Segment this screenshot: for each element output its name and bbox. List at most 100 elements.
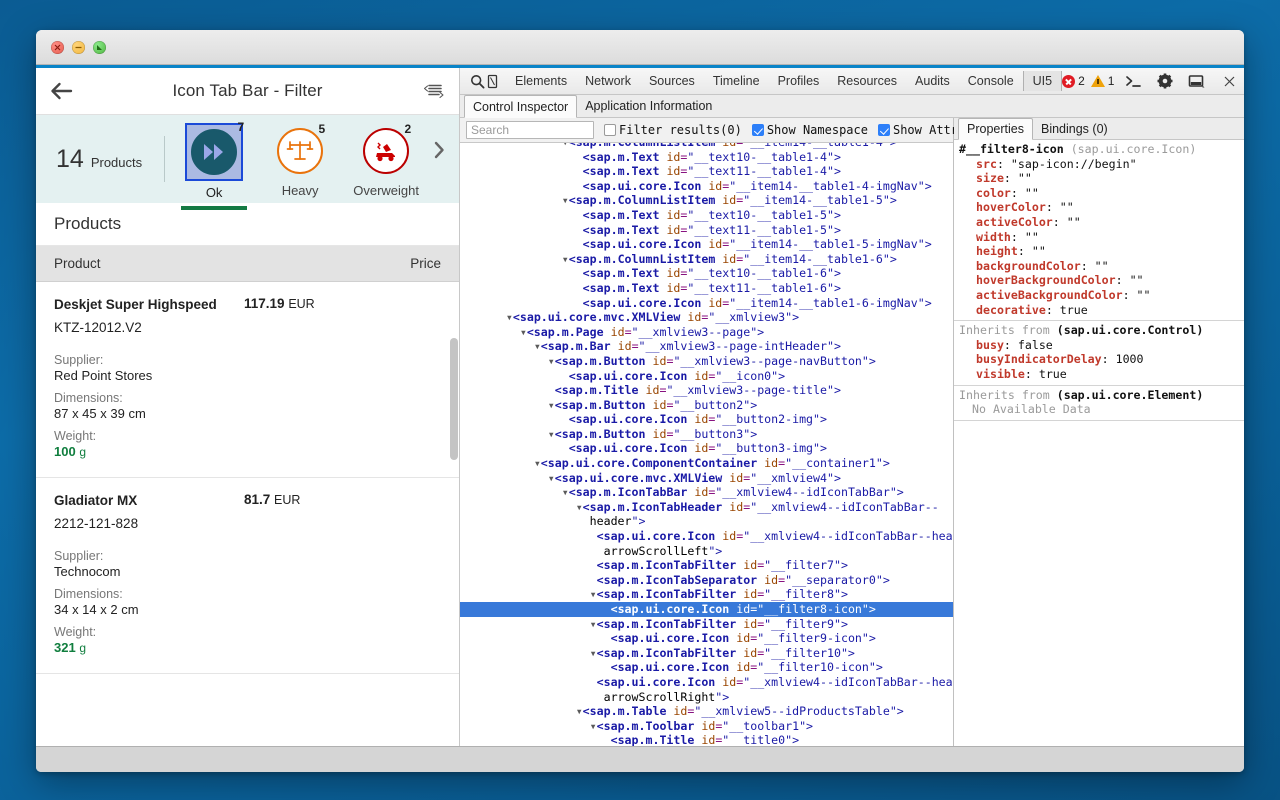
property-row[interactable]: activeBackgroundColor: "" [954, 288, 1244, 303]
tab-ui5[interactable]: UI5 [1023, 71, 1062, 91]
subtab-application-information[interactable]: Application Information [577, 95, 720, 117]
tree-node[interactable]: <sap.ui.core.Icon id="__item14-__table1-… [460, 179, 953, 194]
tree-node[interactable]: ▾<sap.ui.core.ComponentContainer id="__c… [460, 456, 953, 471]
tree-node[interactable]: ▾<sap.m.IconTabFilter id="__filter8"> [460, 587, 953, 602]
tree-node[interactable]: <sap.ui.core.Icon id="__button3-img"> [460, 441, 953, 456]
settings-button[interactable] [1152, 70, 1178, 92]
tree-node[interactable]: <sap.m.Title id="__title0"> [460, 733, 953, 746]
show-attributes-checkbox[interactable] [878, 124, 890, 136]
tree-node[interactable]: <sap.m.Title id="__xmlview3--page-title"… [460, 383, 953, 398]
tab-filter-overweight[interactable]: 2 Overweight [343, 119, 429, 198]
tab-timeline[interactable]: Timeline [704, 71, 769, 91]
tree-node[interactable]: ▾<sap.ui.core.mvc.XMLView id="__xmlview4… [460, 471, 953, 486]
twisty-down-icon[interactable]: ▾ [562, 252, 569, 266]
property-row[interactable]: hoverColor: "" [954, 200, 1244, 215]
tab-profiles[interactable]: Profiles [769, 71, 829, 91]
property-row[interactable]: visible: true [954, 367, 1244, 382]
filter-results-checkbox-group[interactable]: Filter results(0) [604, 123, 742, 137]
tree-node[interactable]: <sap.ui.core.Icon id="__filter9-icon"> [460, 631, 953, 646]
tree-node[interactable]: ▾<sap.m.ColumnListItem id="__item14-__ta… [460, 143, 953, 150]
table-row[interactable]: Deskjet Super Highspeed 117.19 EUR KTZ-1… [36, 282, 459, 478]
tab-bindings[interactable]: Bindings (0) [1033, 118, 1116, 139]
tree-node-wrap[interactable]: arrowScrollRight"> [460, 690, 953, 705]
table-row[interactable]: Gladiator MX 81.7 EUR 2212-121-828 Suppl… [36, 478, 459, 674]
twisty-down-icon[interactable]: ▾ [562, 485, 569, 499]
tree-node[interactable]: <sap.m.Text id="__text10-__table1-4"> [460, 150, 953, 165]
show-namespace-checkbox-group[interactable]: Show Namespace [752, 123, 868, 137]
tab-audits[interactable]: Audits [906, 71, 959, 91]
tree-node[interactable]: ▾<sap.m.ColumnListItem id="__item14-__ta… [460, 193, 953, 208]
twisty-down-icon[interactable]: ▾ [520, 325, 527, 339]
tree-node[interactable]: ▾<sap.m.IconTabFilter id="__filter10"> [460, 646, 953, 661]
tab-resources[interactable]: Resources [828, 71, 906, 91]
property-row[interactable]: busy: false [954, 338, 1244, 353]
tree-node[interactable]: ▾<sap.ui.core.mvc.XMLView id="__xmlview3… [460, 310, 953, 325]
tree-node[interactable]: <sap.ui.core.Icon id="__xmlview4--idIcon… [460, 675, 953, 690]
property-row[interactable]: decorative: true [954, 303, 1244, 318]
tree-node[interactable]: ▾<sap.m.Page id="__xmlview3--page"> [460, 325, 953, 340]
back-button[interactable] [50, 82, 84, 100]
tree-node[interactable]: <sap.ui.core.Icon id="__icon0"> [460, 369, 953, 384]
search-input[interactable] [466, 121, 594, 139]
property-row[interactable]: size: "" [954, 171, 1244, 186]
tree-node[interactable]: <sap.m.Text id="__text10-__table1-5"> [460, 208, 953, 223]
tree-node[interactable]: <sap.m.Text id="__text10-__table1-6"> [460, 266, 953, 281]
tree-node[interactable]: <sap.m.IconTabFilter id="__filter7"> [460, 558, 953, 573]
control-tree[interactable]: ▾<sap.m.ColumnListItem id="__item14-__ta… [460, 143, 953, 746]
tree-node-wrap[interactable]: header"> [460, 514, 953, 529]
tab-filter-ok[interactable]: 7 Ok [171, 119, 257, 200]
console-drawer-button[interactable] [1120, 70, 1146, 92]
twisty-down-icon[interactable]: ▾ [506, 310, 513, 324]
property-row[interactable]: src: "sap-icon://begin" [954, 157, 1244, 172]
tree-node[interactable]: <sap.ui.core.Icon id="__xmlview4--idIcon… [460, 529, 953, 544]
tab-console[interactable]: Console [959, 71, 1023, 91]
property-row[interactable]: height: "" [954, 244, 1244, 259]
tree-node[interactable]: <sap.m.IconTabSeparator id="__separator0… [460, 573, 953, 588]
property-row[interactable]: width: "" [954, 230, 1244, 245]
twisty-down-icon[interactable]: ▾ [590, 646, 597, 660]
property-row[interactable]: activeColor: "" [954, 215, 1244, 230]
twisty-down-icon[interactable]: ▾ [548, 354, 555, 368]
tree-node[interactable]: <sap.ui.core.Icon id="__item14-__table1-… [460, 237, 953, 252]
device-toolbar-button[interactable] [485, 70, 500, 92]
tab-sources[interactable]: Sources [640, 71, 704, 91]
twisty-down-icon[interactable]: ▾ [534, 339, 541, 353]
close-button[interactable] [51, 41, 64, 54]
tree-node[interactable]: <sap.m.Text id="__text11-__table1-4"> [460, 164, 953, 179]
tab-properties[interactable]: Properties [958, 118, 1033, 140]
subtab-control-inspector[interactable]: Control Inspector [464, 95, 577, 118]
scrollbar-thumb[interactable] [450, 338, 458, 460]
tree-node[interactable]: <sap.ui.core.Icon id="__filter10-icon"> [460, 660, 953, 675]
tree-node[interactable]: ▾<sap.m.ColumnListItem id="__item14-__ta… [460, 252, 953, 267]
tab-filter-heavy[interactable]: 5 Heavy [257, 119, 343, 198]
filter-results-checkbox[interactable] [604, 124, 616, 136]
twisty-down-icon[interactable]: ▾ [548, 427, 555, 441]
minimize-button[interactable] [72, 41, 85, 54]
property-row[interactable]: busyIndicatorDelay: 1000 [954, 352, 1244, 367]
tab-network[interactable]: Network [576, 71, 640, 91]
maximize-button[interactable] [93, 41, 106, 54]
twisty-down-icon[interactable]: ▾ [548, 471, 555, 485]
tab-elements[interactable]: Elements [506, 71, 576, 91]
tree-node[interactable]: <sap.m.Text id="__text11-__table1-6"> [460, 281, 953, 296]
tree-node[interactable]: ▾<sap.m.IconTabHeader id="__xmlview4--id… [460, 500, 953, 515]
dock-position-button[interactable] [1184, 70, 1210, 92]
tree-node[interactable]: ▾<sap.m.IconTabFilter id="__filter9"> [460, 617, 953, 632]
twisty-down-icon[interactable]: ▾ [590, 617, 597, 631]
error-badge[interactable]: 2 [1062, 74, 1085, 88]
product-list-scrollbar[interactable] [450, 282, 458, 746]
twisty-down-icon[interactable]: ▾ [576, 500, 583, 514]
tree-node-wrap[interactable]: arrowScrollLeft"> [460, 544, 953, 559]
twisty-down-icon[interactable]: ▾ [562, 193, 569, 207]
tab-scroll-right-button[interactable] [433, 140, 446, 178]
twisty-down-icon[interactable]: ▾ [576, 704, 583, 718]
twisty-down-icon[interactable]: ▾ [590, 587, 597, 601]
show-namespace-checkbox[interactable] [752, 124, 764, 136]
product-list[interactable]: Deskjet Super Highspeed 117.19 EUR KTZ-1… [36, 282, 459, 746]
twisty-down-icon[interactable]: ▾ [562, 143, 569, 149]
tree-node[interactable]: ▾<sap.m.IconTabBar id="__xmlview4--idIco… [460, 485, 953, 500]
tree-node[interactable]: <sap.m.Text id="__text11-__table1-5"> [460, 223, 953, 238]
tree-node[interactable]: <sap.ui.core.Icon id="__button2-img"> [460, 412, 953, 427]
tree-node[interactable]: ▾<sap.m.Button id="__button2"> [460, 398, 953, 413]
close-devtools-button[interactable] [1216, 70, 1242, 92]
